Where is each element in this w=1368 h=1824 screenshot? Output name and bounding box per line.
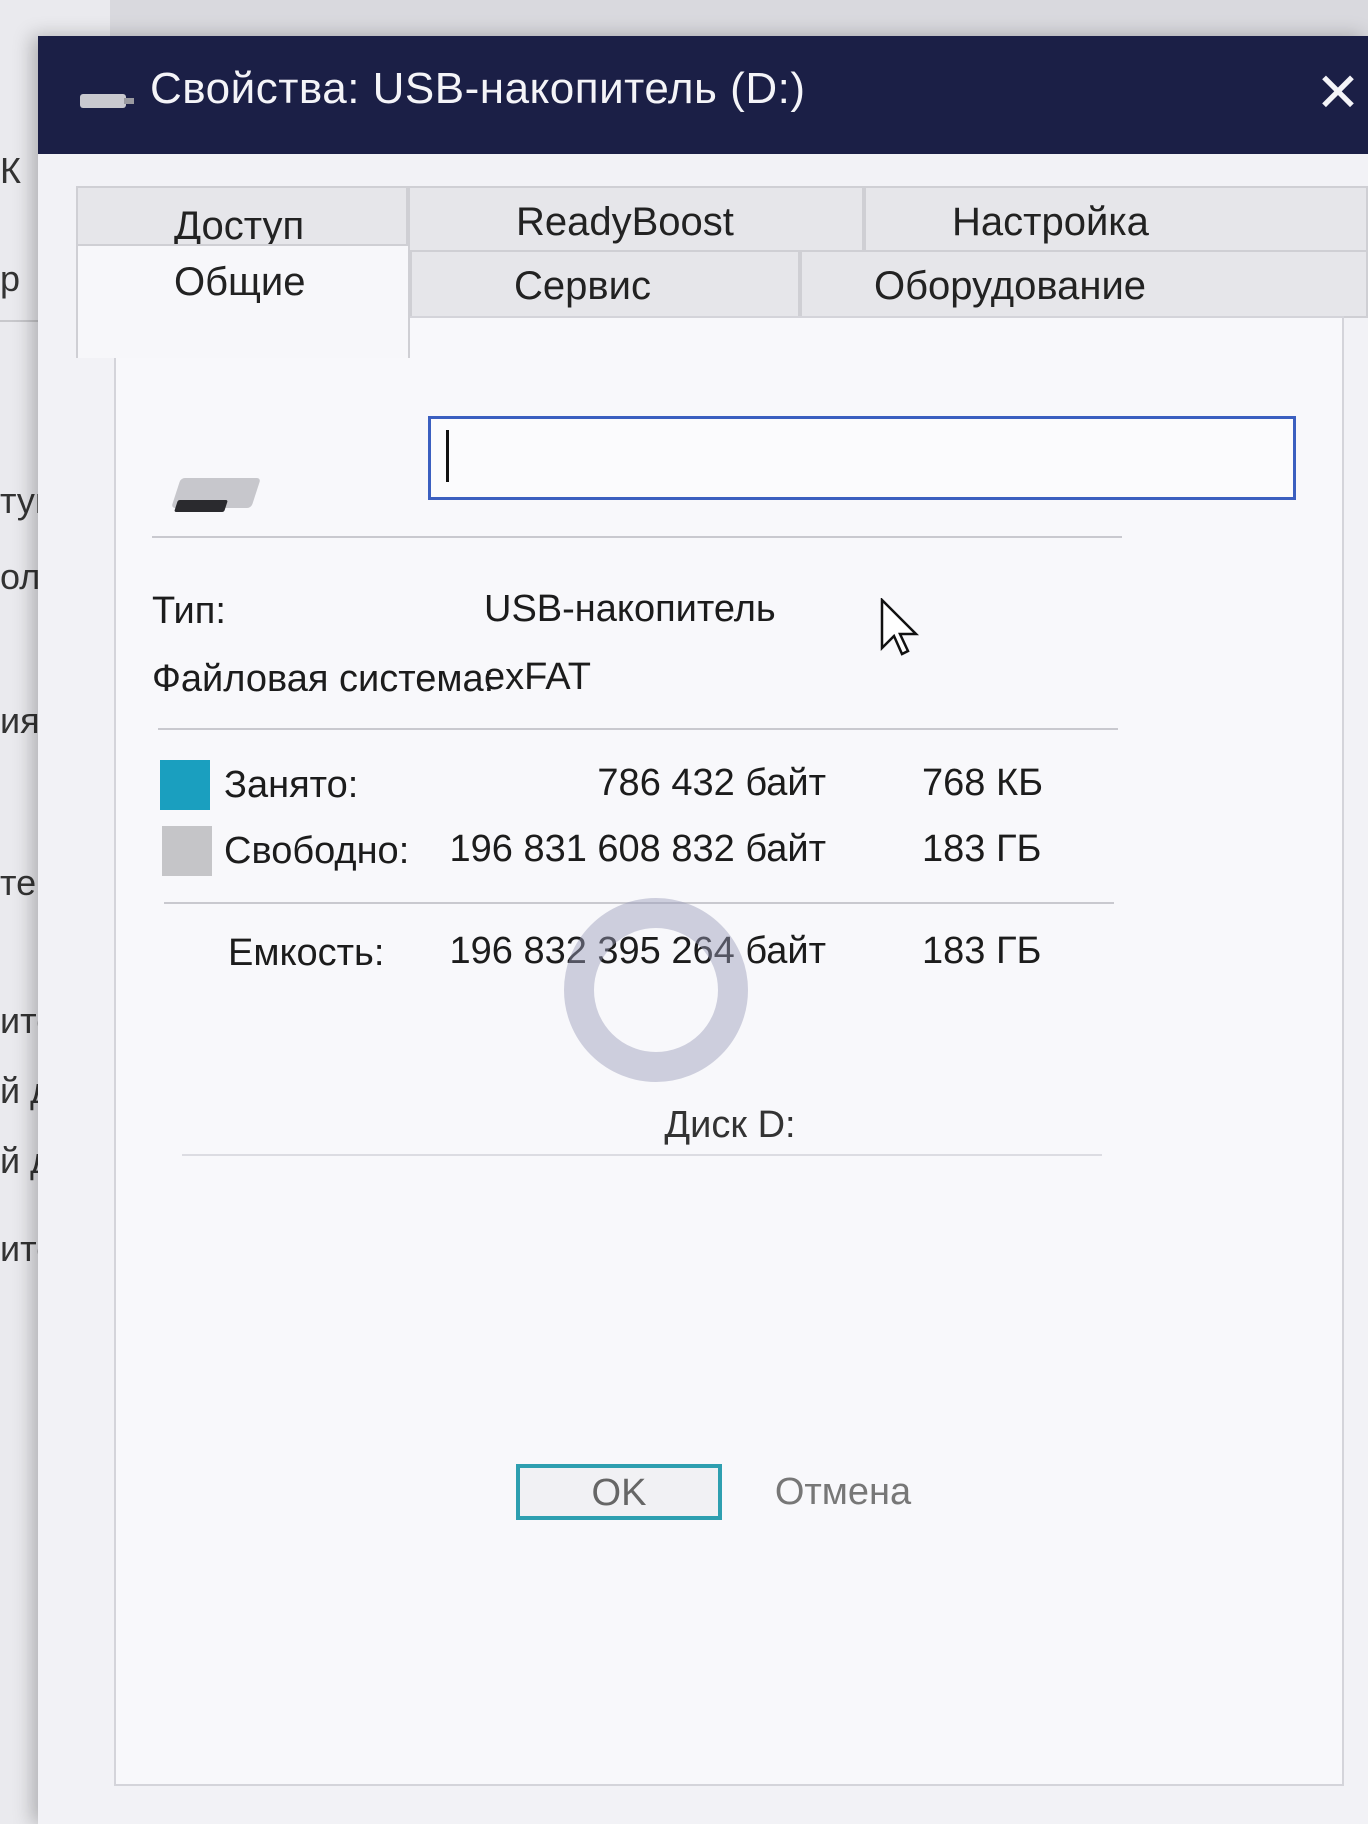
divider: [158, 728, 1118, 730]
tab-label: Настройка: [952, 200, 1149, 244]
cancel-button[interactable]: Отмена: [768, 1464, 918, 1520]
properties-dialog: Свойства: USB-накопитель (D:) ✕ Доступ R…: [38, 36, 1368, 1824]
usb-drive-icon: [80, 94, 134, 108]
tab-customize[interactable]: Настройка: [864, 186, 1368, 252]
disk-label: Диск D:: [664, 1104, 796, 1146]
capacity-size: 183 ГБ: [922, 930, 1042, 972]
tab-label: Оборудование: [874, 264, 1147, 308]
divider: [152, 536, 1122, 538]
free-label: Свободно:: [224, 830, 410, 872]
tab-label: Доступ: [174, 204, 305, 248]
type-label: Тип:: [152, 590, 226, 632]
dialog-title: Свойства: USB-накопитель (D:): [150, 64, 806, 113]
divider: [182, 1154, 1102, 1156]
tab-label: ReadyBoost: [516, 200, 734, 244]
close-button[interactable]: ✕: [1308, 58, 1368, 128]
text-caret: [446, 430, 449, 482]
tab-tools[interactable]: Сервис: [410, 250, 800, 318]
tab-hardware[interactable]: Оборудование: [800, 250, 1368, 318]
bg-fragment: ия: [0, 700, 40, 741]
used-label: Занято:: [224, 764, 359, 806]
tab-access[interactable]: Доступ: [76, 186, 408, 252]
disk-usage-ring: [564, 898, 748, 1082]
free-color-swatch: [162, 826, 212, 876]
bg-fragment: К: [0, 150, 21, 191]
ok-button[interactable]: OK: [516, 1464, 722, 1520]
capacity-label: Емкость:: [228, 932, 385, 974]
filesystem-value: exFAT: [484, 656, 591, 698]
used-color-swatch: [160, 760, 210, 810]
free-bytes: 196 831 608 832 байт: [449, 828, 827, 870]
type-value: USB-накопитель: [484, 588, 776, 630]
free-size: 183 ГБ: [922, 828, 1042, 870]
tab-label: Общие: [174, 260, 306, 304]
tab-label: Сервис: [514, 264, 651, 308]
bg-fragment: ол: [0, 556, 41, 597]
general-panel: Тип: USB-накопитель Файловая система: ex…: [114, 316, 1344, 1786]
mouse-pointer-icon: [880, 596, 920, 658]
used-bytes: 786 432 байт: [597, 762, 826, 804]
tab-readyboost[interactable]: ReadyBoost: [408, 186, 864, 252]
volume-name-input[interactable]: [428, 416, 1296, 500]
filesystem-label: Файловая система:: [152, 658, 495, 700]
title-bar[interactable]: Свойства: USB-накопитель (D:) ✕: [38, 36, 1368, 154]
usb-drive-icon: [171, 468, 261, 512]
tab-general[interactable]: Общие: [76, 244, 410, 358]
bg-fragment: р: [0, 258, 21, 299]
used-size: 768 КБ: [922, 762, 1044, 804]
